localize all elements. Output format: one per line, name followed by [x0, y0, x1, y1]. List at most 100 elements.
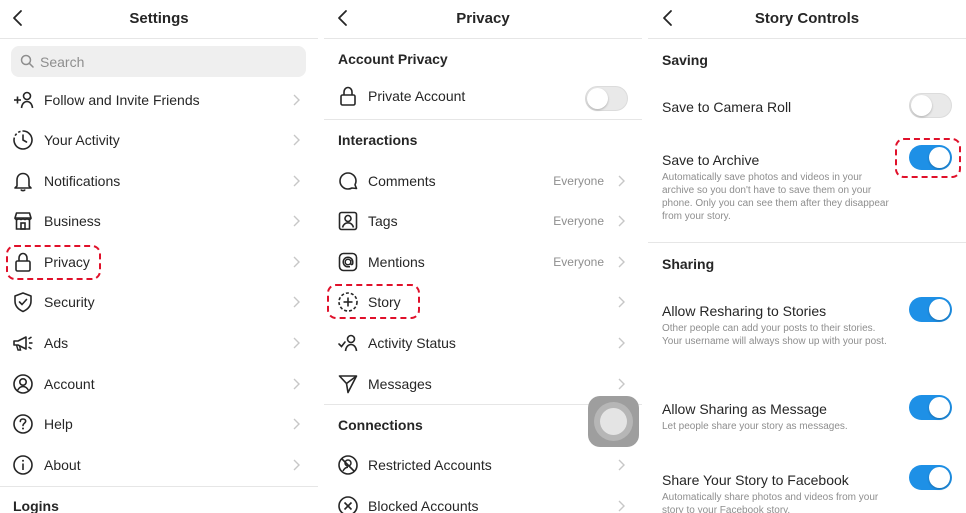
privacy-item-tags[interactable]: Tags Everyone — [324, 201, 642, 241]
settings-item-label: Help — [44, 416, 73, 432]
shop-icon — [14, 212, 32, 230]
megaphone-icon — [13, 336, 33, 351]
toggle-knob — [587, 88, 608, 109]
settings-item-follow-invite[interactable]: Follow and Invite Friends — [0, 80, 318, 120]
allow-message-label: Allow Sharing as Message — [662, 401, 827, 417]
chevron-right-icon — [618, 337, 625, 349]
private-account-label: Private Account — [368, 88, 466, 104]
allow-resharing-toggle[interactable] — [909, 297, 952, 322]
privacy-item-label: Messages — [368, 376, 432, 392]
privacy-item-restricted[interactable]: Restricted Accounts — [324, 445, 642, 485]
toggle-knob — [929, 397, 950, 418]
info-icon — [13, 455, 33, 475]
chevron-right-icon — [293, 215, 300, 227]
chevron-right-icon — [618, 296, 625, 308]
privacy-highlight — [6, 245, 101, 280]
help-icon — [13, 414, 33, 434]
toggle-knob — [929, 299, 950, 320]
privacy-header: Privacy — [324, 0, 642, 39]
chevron-right-icon — [293, 418, 300, 430]
share-facebook-label: Share Your Story to Facebook — [662, 472, 849, 488]
tag-person-icon — [338, 211, 358, 231]
privacy-item-value: Everyone — [553, 255, 604, 269]
settings-item-label: Notifications — [44, 173, 121, 189]
restricted-icon — [338, 455, 358, 475]
settings-item-ads[interactable]: Ads — [0, 323, 318, 363]
send-icon — [338, 375, 358, 394]
search-input[interactable] — [40, 52, 290, 72]
settings-item-label: Business — [44, 213, 101, 229]
lock-icon — [340, 86, 356, 106]
save-camera-roll-toggle[interactable] — [909, 93, 952, 118]
section-divider — [324, 119, 642, 120]
allow-resharing-description: Other people can add your posts to their… — [662, 323, 887, 347]
save-archive-description: Automatically save photos and videos in … — [662, 172, 889, 222]
connections-heading: Connections — [338, 417, 423, 433]
chevron-right-icon — [293, 134, 300, 146]
privacy-item-label: Mentions — [368, 254, 425, 270]
private-account-toggle[interactable] — [585, 86, 628, 111]
share-facebook-description: Automatically share photos and videos fr… — [662, 492, 879, 513]
settings-item-security[interactable]: Security — [0, 282, 318, 322]
chevron-right-icon — [618, 378, 625, 390]
privacy-item-label: Restricted Accounts — [368, 457, 492, 473]
chevron-right-icon — [293, 256, 300, 268]
privacy-item-label: Tags — [368, 213, 398, 229]
chevron-right-icon — [618, 175, 625, 187]
account-privacy-heading: Account Privacy — [338, 51, 448, 67]
privacy-item-blocked[interactable]: Blocked Accounts — [324, 486, 642, 513]
settings-screen: Settings Follow and Invite Friends Your … — [0, 0, 318, 513]
settings-item-your-activity[interactable]: Your Activity — [0, 120, 318, 160]
allow-message-toggle[interactable] — [909, 395, 952, 420]
privacy-item-comments[interactable]: Comments Everyone — [324, 161, 642, 201]
chevron-right-icon — [618, 256, 625, 268]
settings-item-account[interactable]: Account — [0, 364, 318, 404]
privacy-item-label: Blocked Accounts — [368, 498, 479, 513]
assistive-center — [600, 408, 627, 435]
chevron-right-icon — [293, 175, 300, 187]
at-sign-icon — [338, 252, 358, 272]
shield-icon — [14, 292, 32, 313]
activity-icon — [13, 130, 33, 150]
sharing-heading: Sharing — [662, 256, 715, 272]
chevron-right-icon — [618, 500, 625, 512]
bell-icon — [14, 172, 32, 192]
settings-item-label: About — [44, 457, 81, 473]
saving-heading: Saving — [662, 52, 708, 68]
chevron-right-icon — [293, 337, 300, 349]
privacy-item-value: Everyone — [553, 174, 604, 188]
settings-item-notifications[interactable]: Notifications — [0, 161, 318, 201]
page-title: Privacy — [456, 10, 510, 27]
settings-item-label: Follow and Invite Friends — [44, 92, 200, 108]
add-person-icon — [14, 91, 34, 109]
toggle-knob — [929, 467, 950, 488]
settings-item-about[interactable]: About — [0, 445, 318, 485]
comment-icon — [339, 172, 358, 190]
settings-item-label: Security — [44, 294, 95, 310]
settings-item-help[interactable]: Help — [0, 404, 318, 444]
page-title: Settings — [129, 10, 189, 27]
chevron-right-icon — [293, 296, 300, 308]
account-icon — [13, 374, 33, 394]
chevron-right-icon — [618, 459, 625, 471]
story-controls-header: Story Controls — [648, 0, 966, 39]
settings-item-label: Account — [44, 376, 95, 392]
save-archive-label: Save to Archive — [662, 152, 760, 168]
assistive-touch-button[interactable] — [588, 396, 639, 447]
section-divider — [648, 242, 966, 243]
search-icon — [20, 54, 34, 68]
chevron-right-icon — [293, 378, 300, 390]
share-facebook-toggle[interactable] — [909, 465, 952, 490]
settings-item-label: Ads — [44, 335, 69, 351]
settings-item-business[interactable]: Business — [0, 201, 318, 241]
privacy-item-mentions[interactable]: Mentions Everyone — [324, 242, 642, 282]
story-controls-screen: Story Controls Saving Save to Camera Rol… — [648, 0, 966, 513]
toggle-knob — [911, 95, 932, 116]
privacy-item-label: Comments — [368, 173, 436, 189]
search-box[interactable] — [11, 46, 306, 77]
chevron-right-icon — [293, 459, 300, 471]
privacy-item-label: Activity Status — [368, 335, 456, 351]
activity-status-icon — [338, 334, 358, 352]
blocked-icon — [338, 496, 358, 513]
privacy-item-activity-status[interactable]: Activity Status — [324, 323, 642, 363]
